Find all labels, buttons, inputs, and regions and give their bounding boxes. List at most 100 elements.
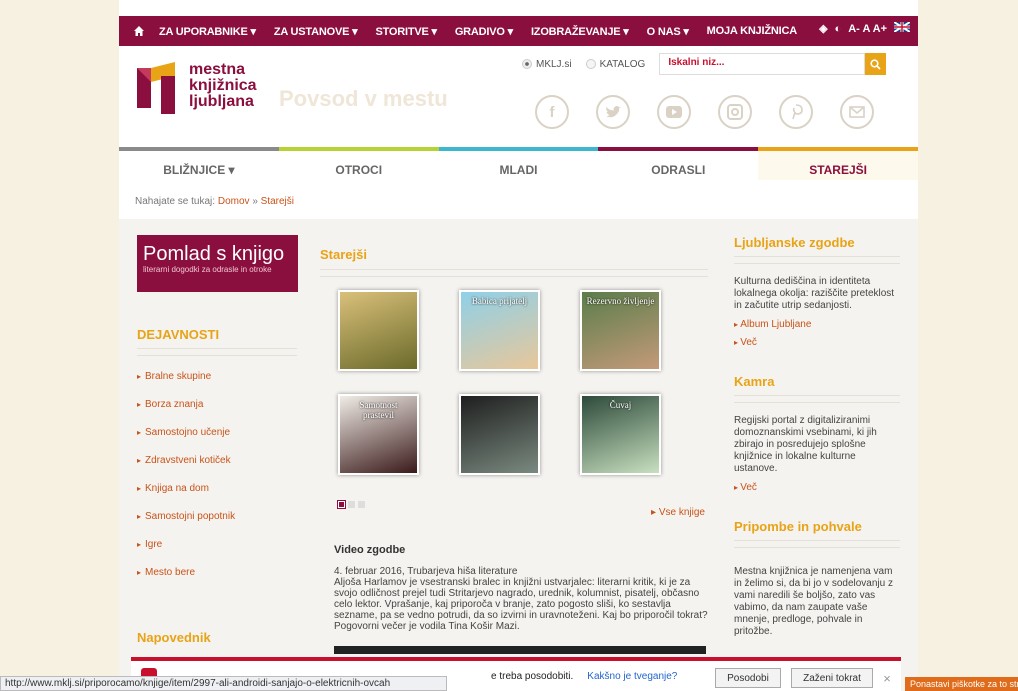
promo-banner-title: Pomlad s knjigo [143, 243, 285, 265]
instagram-icon[interactable] [718, 95, 752, 129]
tab-bliznjice[interactable]: BLIŽNJICE ▾ [119, 147, 279, 180]
tab-mladi[interactable]: MLADI [438, 147, 599, 180]
heading-ljubljanske-zgodbe: Ljubljanske zgodbe [734, 235, 855, 250]
reader-icon[interactable]: ◈ [819, 22, 827, 35]
social-links: f [535, 95, 874, 129]
heading-kamra: Kamra [734, 374, 775, 389]
book-cover[interactable]: Čuvaj [580, 394, 661, 475]
book-cover-title: Samotnost prastevil [359, 400, 398, 420]
nav-item-o-nas[interactable]: O NAS ▾ [647, 25, 689, 38]
tab-odrasli[interactable]: ODRASLI [598, 147, 759, 180]
video-stories-heading: Video zgodbe [334, 544, 406, 556]
nav-item-izobrazevanje[interactable]: IZOBRAŽEVANJE ▾ [531, 25, 629, 38]
breadcrumb-current[interactable]: Starejši [261, 196, 294, 207]
left-column: Pomlad s knjigo literarni dogodki za odr… [137, 235, 298, 645]
nav-item-za-uporabnike[interactable]: ZA UPORABNIKE ▾ [159, 25, 256, 38]
book-cover[interactable] [338, 290, 419, 371]
status-bar-url: http://www.mklj.si/priporocamo/knjige/it… [0, 676, 447, 691]
logo-mark-icon [137, 62, 175, 114]
book-cover[interactable]: Samotnost prastevil [338, 394, 419, 475]
section-divider [734, 540, 900, 548]
text-size-controls[interactable]: A- A A+ [848, 23, 887, 35]
pripombe-text: Mestna knjižnica je namenjena vam in žel… [734, 566, 893, 637]
ljubljanske-zgodbe-text: Kulturna dediščina in identiteta lokalne… [734, 276, 895, 311]
audience-tabs: BLIŽNJICE ▾ OTROCI MLADI ODRASLI STAREJŠ… [119, 147, 918, 180]
cookie-reset-button[interactable]: Ponastavi piškotke za to stran [905, 677, 1018, 691]
email-icon[interactable] [840, 95, 874, 129]
book-cover[interactable] [459, 394, 540, 475]
radio-dot[interactable] [585, 59, 596, 69]
search-button[interactable] [865, 53, 887, 75]
activities-list: Bralne skupine Borza znanja Samostojno u… [137, 362, 297, 586]
accessibility-tools: ◈ ◐ A- A A+ [819, 21, 911, 35]
page-wrapper: ZA UPORABNIKE ▾ ZA USTANOVE ▾ STORITVE ▾… [119, 0, 918, 691]
all-books-link[interactable]: ▸ Vse knjige [651, 507, 705, 518]
logo-line-2: knjižnica [189, 77, 257, 94]
video-story-description: Aljoša Harlamov je vsestranski bralec in… [334, 577, 708, 632]
search-input[interactable]: Iskalni niz... [659, 53, 866, 75]
radio-mklj[interactable]: MKLJ.si [522, 59, 572, 70]
book-cover-title: Čuvaj [609, 400, 632, 410]
nav-item-gradivo[interactable]: GRADIVO ▾ [455, 25, 513, 38]
video-player[interactable] [334, 646, 706, 654]
nav-item-za-ustanove[interactable]: ZA USTANOVE ▾ [274, 25, 358, 38]
pinterest-icon[interactable] [779, 95, 813, 129]
radio-dot-selected[interactable] [522, 59, 532, 69]
more-link[interactable]: Več [734, 482, 900, 493]
activity-link[interactable]: Knjiga na dom [137, 474, 297, 502]
logo-line-3: ljubljana [189, 93, 254, 110]
more-link[interactable]: Več [734, 337, 900, 348]
breadcrumb-separator: » [252, 196, 258, 207]
kamra-text: Regijski portal z digitaliziranimi domoz… [734, 415, 877, 474]
activity-link[interactable]: Igre [137, 530, 297, 558]
library-logo[interactable]: mestna knjižnica ljubljana [137, 62, 257, 114]
video-story-text: 4. februar 2016, Trubarjeva hiša literat… [334, 566, 708, 632]
activity-link[interactable]: Samostojni popotnik [137, 502, 297, 530]
book-cover-title: Babica prijatelj [471, 296, 528, 306]
update-message: e treba posodobiti. [491, 670, 574, 682]
nav-item-moja-knjiznica[interactable]: MOJA KNJIŽNICA [707, 25, 798, 37]
search-icon [870, 58, 881, 70]
book-carousel: Babica prijatelj Rezervno življenje Samo… [338, 290, 661, 475]
heading-pripombe: Pripombe in pohvale [734, 519, 862, 534]
run-once-button[interactable]: Zaženi tokrat [791, 668, 873, 688]
pager-dot-active[interactable] [337, 500, 346, 509]
activity-link[interactable]: Borza znanja [137, 390, 297, 418]
close-icon[interactable]: × [879, 668, 895, 688]
album-ljubljane-link[interactable]: Album Ljubljane [734, 319, 900, 330]
section-divider [734, 395, 900, 403]
contrast-icon[interactable]: ◐ [835, 23, 842, 35]
book-cover[interactable]: Rezervno življenje [580, 290, 661, 371]
promo-banner[interactable]: Pomlad s knjigo literarni dogodki za odr… [137, 235, 298, 292]
twitter-icon[interactable] [596, 95, 630, 129]
activity-link[interactable]: Zdravstveni kotiček [137, 446, 297, 474]
breadcrumb-home-link[interactable]: Domov [218, 196, 250, 207]
all-books-label: Vse knjige [658, 507, 705, 518]
section-divider [734, 256, 900, 264]
breadcrumb-prefix: Nahajate se tukaj: [135, 196, 216, 207]
tab-otroci[interactable]: OTROCI [278, 147, 439, 180]
slogan: Povsod v mestu [279, 86, 448, 111]
book-cover-title: Rezervno življenje [586, 296, 655, 306]
activity-link[interactable]: Bralne skupine [137, 362, 297, 390]
language-flag-icon[interactable] [893, 21, 911, 35]
book-cover[interactable]: Babica prijatelj [459, 290, 540, 371]
activity-link[interactable]: Samostojno učenje [137, 418, 297, 446]
section-divider [137, 348, 297, 356]
pager-dot[interactable] [358, 501, 365, 508]
top-navigation: ZA UPORABNIKE ▾ ZA USTANOVE ▾ STORITVE ▾… [119, 16, 918, 46]
activity-link[interactable]: Mesto bere [137, 558, 297, 586]
breadcrumb: Nahajate se tukaj: Domov » Starejši [135, 196, 294, 207]
youtube-icon[interactable] [657, 95, 691, 129]
update-button[interactable]: Posodobi [715, 668, 781, 688]
facebook-icon[interactable]: f [535, 95, 569, 129]
radio-katalog[interactable]: KATALOG [585, 59, 645, 70]
nav-item-storitve[interactable]: STORITVE ▾ [375, 25, 437, 38]
pager-dot[interactable] [348, 501, 355, 508]
middle-column: Starejši Babica prijatelj Rezervno življ… [320, 235, 708, 654]
risk-link[interactable]: Kakšno je tveganje? [587, 671, 677, 682]
logo-line-1: mestna [189, 61, 246, 78]
search-area: MKLJ.si KATALOG Iskalni niz... [522, 53, 887, 75]
home-icon[interactable] [119, 25, 159, 37]
tab-starejsi[interactable]: STAREJŠI [758, 147, 918, 180]
